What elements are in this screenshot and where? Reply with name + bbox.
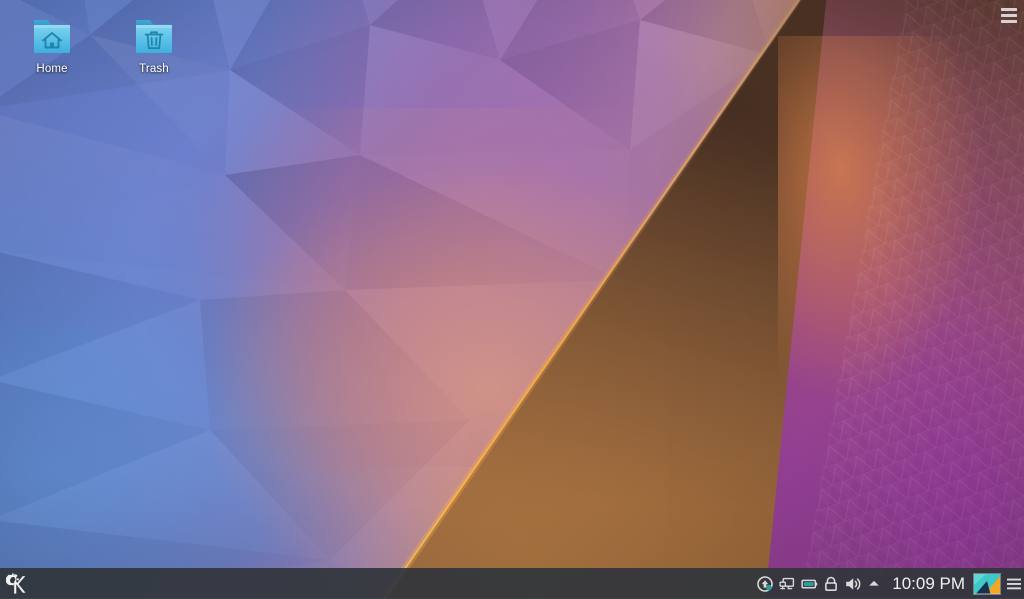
desktop-toolbox-icon[interactable] (999, 6, 1019, 24)
toolbox-bar-2 (1001, 13, 1017, 17)
toolbox-bar-1 (1001, 7, 1017, 11)
desktop-icon-home[interactable]: Home (10, 12, 94, 76)
desktop-icon-home-label: Home (36, 63, 68, 75)
pager-widget[interactable] (973, 572, 1001, 595)
software-update-icon[interactable] (754, 568, 776, 599)
taskbar-panel[interactable]: 10:09 PM (0, 568, 1024, 599)
desktop-icon-layer: Home Trash (0, 0, 1024, 599)
desktop-icon-trash-label: Trash (139, 63, 169, 75)
desktop[interactable]: Home Trash 10:09 PM (0, 0, 1024, 599)
lock-icon[interactable] (820, 568, 842, 599)
desktop-icon-trash[interactable]: Trash (112, 12, 196, 76)
home-folder-icon (26, 12, 78, 60)
system-tray (754, 568, 886, 599)
kde-k-logo-icon (6, 573, 26, 594)
digital-clock[interactable]: 10:09 PM (886, 568, 973, 599)
toolbox-bar-3 (1001, 19, 1017, 23)
hamburger-menu-icon[interactable] (1004, 568, 1024, 599)
display-monitor-icon[interactable] (776, 568, 798, 599)
battery-icon[interactable] (798, 568, 820, 599)
task-manager[interactable] (34, 568, 754, 599)
speaker-volume-icon[interactable] (842, 568, 864, 599)
trash-folder-icon (128, 12, 180, 60)
chevron-up-icon[interactable] (864, 568, 884, 599)
application-launcher-button[interactable] (0, 568, 34, 599)
